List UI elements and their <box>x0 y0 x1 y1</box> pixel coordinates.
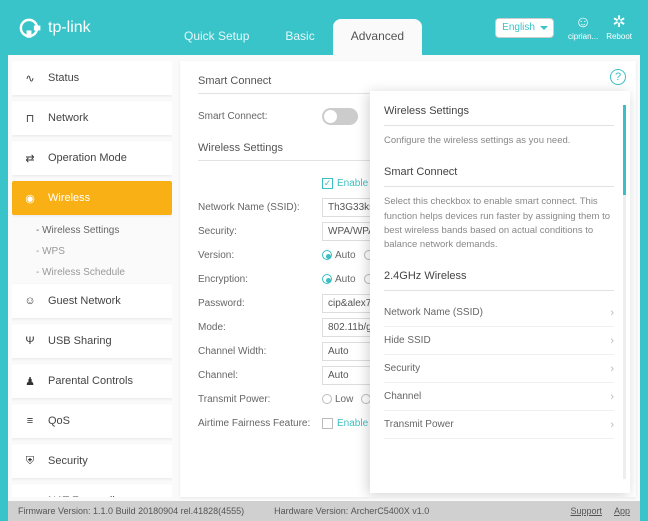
power-low-radio[interactable]: Low <box>322 394 353 405</box>
transmit-power-label: Transmit Power: <box>198 394 322 405</box>
chevron-right-icon: › <box>610 419 614 431</box>
tab-basic[interactable]: Basic <box>267 19 332 55</box>
wireless-icon: ◉ <box>22 192 38 205</box>
sidebar-item-network[interactable]: ⊓Network <box>12 101 172 135</box>
hardware-label: Hardware Version: <box>274 506 348 516</box>
language-select[interactable]: English <box>495 18 554 38</box>
security-label: Security: <box>198 226 322 237</box>
shield-icon: ⛨ <box>22 455 38 468</box>
sidebar-item-security[interactable]: ⛨Security <box>12 444 172 478</box>
encryption-label: Encryption: <box>198 274 322 285</box>
airtime-label: Airtime Fairness Feature: <box>198 418 322 429</box>
chevron-right-icon: › <box>610 363 614 375</box>
smart-connect-label: Smart Connect: <box>198 111 322 122</box>
sidebar-item-wireless[interactable]: ◉Wireless <box>12 181 172 215</box>
chevron-right-icon: › <box>610 335 614 347</box>
user-icon: ☺ <box>568 14 598 32</box>
tplink-icon <box>16 15 42 41</box>
nat-icon: ⊕ <box>22 495 38 498</box>
help-wireless-text: Configure the wireless settings as you n… <box>384 134 614 148</box>
firmware-label: Firmware Version: <box>18 506 91 516</box>
qos-icon: ≡ <box>22 415 38 427</box>
smart-connect-toggle[interactable] <box>322 108 358 125</box>
channel-label: Channel: <box>198 370 322 381</box>
channel-width-label: Channel Width: <box>198 346 322 357</box>
help-item-hide-ssid[interactable]: Hide SSID› <box>384 327 614 355</box>
firmware-value: 1.1.0 Build 20180904 rel.41828(4555) <box>93 506 244 516</box>
popover-scrollbar[interactable] <box>623 105 626 479</box>
help-icon: ? <box>615 71 621 83</box>
network-icon: ⊓ <box>22 112 38 125</box>
help-wireless-title: Wireless Settings <box>384 105 614 126</box>
mode-label: Mode: <box>198 322 322 333</box>
brand-text: tp-link <box>48 19 91 37</box>
sidebar-item-nat-forwarding[interactable]: ⊕NAT Forwarding <box>12 484 172 497</box>
main-tabs: Quick Setup Basic Advanced <box>162 0 495 55</box>
sidebar: ∿Status ⊓Network ⇄Operation Mode ◉Wirele… <box>12 61 172 497</box>
sidebar-item-status[interactable]: ∿Status <box>12 61 172 95</box>
version-label: Version: <box>198 250 322 261</box>
help-24ghz-title: 2.4GHz Wireless <box>384 270 614 291</box>
sidebar-sub-wps[interactable]: - WPS <box>12 242 172 261</box>
sidebar-item-guest-network[interactable]: ☺Guest Network <box>12 284 172 318</box>
sidebar-item-parental-controls[interactable]: ♟Parental Controls <box>12 364 172 398</box>
encryption-auto-radio[interactable]: Auto <box>322 274 356 285</box>
user-menu[interactable]: ☺ciprian... <box>568 14 598 41</box>
guest-icon: ☺ <box>22 295 38 307</box>
opmode-icon: ⇄ <box>22 152 38 165</box>
help-item-security[interactable]: Security› <box>384 355 614 383</box>
brand-logo: tp-link <box>12 15 162 41</box>
sidebar-item-qos[interactable]: ≡QoS <box>12 404 172 438</box>
tab-quick-setup[interactable]: Quick Setup <box>166 19 267 55</box>
help-item-ssid[interactable]: Network Name (SSID)› <box>384 299 614 327</box>
help-item-channel[interactable]: Channel› <box>384 383 614 411</box>
ssid-label: Network Name (SSID): <box>198 202 322 213</box>
chevron-right-icon: › <box>610 391 614 403</box>
parental-icon: ♟ <box>22 375 38 388</box>
help-button[interactable]: ? <box>610 69 626 85</box>
help-smartconnect-title: Smart Connect <box>384 166 614 187</box>
chevron-right-icon: › <box>610 307 614 319</box>
reboot-icon: ✲ <box>606 14 632 32</box>
support-link[interactable]: Support <box>570 506 602 516</box>
sidebar-sub-wireless-settings[interactable]: - Wireless Settings <box>12 221 172 240</box>
version-auto-radio[interactable]: Auto <box>322 250 356 261</box>
content-panel: ? Smart Connect Smart Connect: Wireless … <box>180 61 636 497</box>
reboot-button[interactable]: ✲Reboot <box>606 14 632 41</box>
sidebar-sub-wireless-schedule[interactable]: - Wireless Schedule <box>12 263 172 282</box>
sidebar-item-operation-mode[interactable]: ⇄Operation Mode <box>12 141 172 175</box>
usb-icon: Ψ <box>22 335 38 347</box>
sidebar-item-usb-sharing[interactable]: ΨUSB Sharing <box>12 324 172 358</box>
help-smartconnect-text: Select this checkbox to enable smart con… <box>384 195 614 252</box>
status-icon: ∿ <box>22 72 38 85</box>
password-label: Password: <box>198 298 322 309</box>
tab-advanced[interactable]: Advanced <box>333 19 422 55</box>
help-item-transmit-power[interactable]: Transmit Power› <box>384 411 614 439</box>
help-popover: Wireless Settings Configure the wireless… <box>370 91 630 493</box>
app-link[interactable]: App <box>614 506 630 516</box>
footer: Firmware Version: 1.1.0 Build 20180904 r… <box>8 501 640 521</box>
hardware-value: ArcherC5400X v1.0 <box>351 506 430 516</box>
